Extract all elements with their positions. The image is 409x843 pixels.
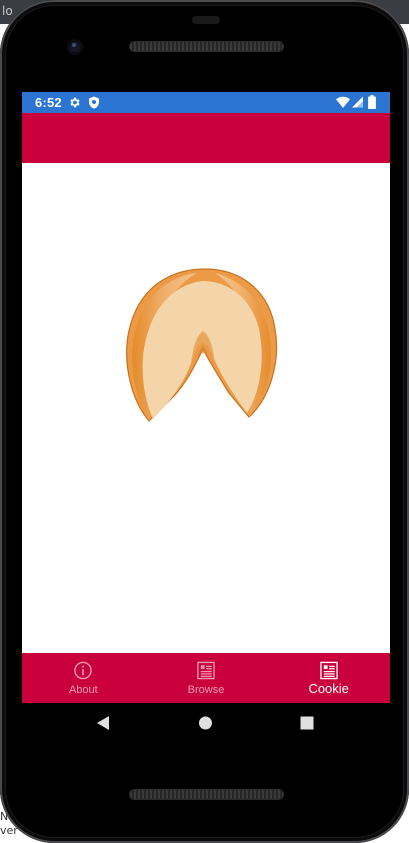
- top-speaker-grille: [130, 42, 283, 51]
- gear-icon: [70, 97, 80, 108]
- main-content: [22, 163, 390, 653]
- recents-icon[interactable]: [300, 716, 314, 730]
- list-icon: [197, 661, 215, 680]
- tab-browse[interactable]: Browse: [145, 653, 268, 703]
- list-icon: [319, 661, 338, 680]
- tab-about[interactable]: About: [22, 653, 145, 703]
- status-time: 6:52: [35, 95, 62, 110]
- app-bar: [22, 113, 390, 163]
- tab-cookie-label: Cookie: [308, 681, 349, 696]
- status-bar: 6:52: [22, 92, 390, 113]
- bottom-speaker-grille: [130, 790, 283, 799]
- device-screen: 6:52 About Browse Cookie: [22, 92, 390, 703]
- shield-icon: [89, 96, 99, 109]
- earpiece: [192, 16, 220, 24]
- bottom-tab-bar: About Browse Cookie: [22, 653, 390, 703]
- system-nav-bar: [22, 703, 390, 745]
- tab-browse-label: Browse: [187, 684, 225, 696]
- fortune-cookie-image: [126, 268, 278, 422]
- home-icon[interactable]: [198, 715, 213, 731]
- front-camera: [67, 39, 83, 55]
- host-window-title: lo: [2, 4, 13, 18]
- emulator-window: lo u u i t u s y ] t No ver 2012 6:52: [0, 0, 409, 843]
- tab-about-label: About: [68, 684, 98, 696]
- battery-icon: [368, 95, 376, 109]
- info-icon: [74, 661, 93, 680]
- wifi-icon: [336, 96, 350, 108]
- back-icon[interactable]: [96, 715, 110, 731]
- tab-cookie[interactable]: Cookie: [267, 653, 390, 703]
- signal-icon: [352, 96, 363, 108]
